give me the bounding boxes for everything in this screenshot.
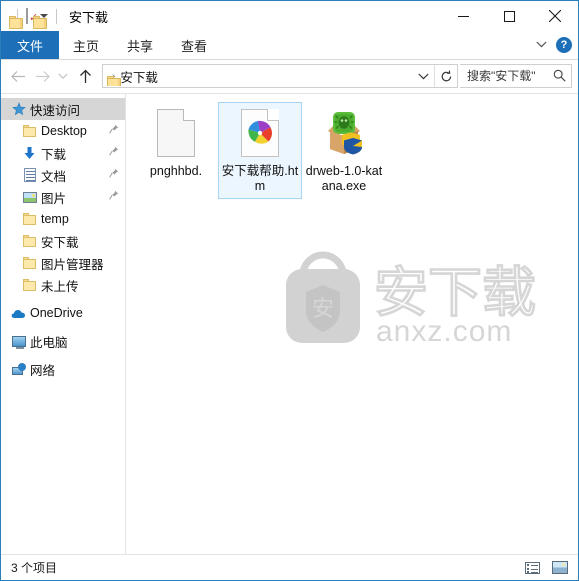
sidebar-item-network[interactable]: 网络: [1, 358, 125, 380]
tab-view[interactable]: 查看: [167, 31, 221, 59]
recent-locations-button[interactable]: [55, 64, 71, 88]
tab-home[interactable]: 主页: [59, 31, 113, 59]
sidebar-item-desktop[interactable]: Desktop: [1, 120, 125, 142]
sidebar-item-label: 此电脑: [30, 335, 68, 350]
details-view-button[interactable]: [522, 559, 542, 577]
network-icon: [10, 363, 27, 375]
documents-icon: [21, 168, 38, 182]
folder-icon: [21, 279, 38, 291]
tab-file[interactable]: 文件: [1, 31, 60, 59]
folder-icon: [21, 235, 38, 247]
sidebar-item-anxiazai[interactable]: 安下载: [1, 230, 125, 252]
svg-text:anxz.com: anxz.com: [376, 315, 512, 348]
sidebar-item-pictures[interactable]: 图片: [1, 186, 125, 208]
maximize-button[interactable]: [486, 1, 532, 31]
ribbon-right-controls: ?: [536, 31, 572, 59]
sidebar-item-label: 文档: [41, 169, 67, 184]
this-pc-icon: [10, 335, 27, 349]
qat-divider-2: [56, 8, 57, 24]
download-arrow-icon: [21, 146, 38, 160]
file-item-pnghhbd[interactable]: pnghhbd.: [134, 102, 218, 199]
explorer-body: 快速访问 Desktop 下载 文档 图片 temp 安下载 图片管理器 未上传…: [1, 93, 578, 554]
cloud-icon: [10, 308, 27, 319]
sidebar-item-label: 未上传: [41, 279, 79, 294]
window-title: 安下载: [69, 9, 109, 25]
pin-icon[interactable]: [109, 168, 119, 181]
watermark-logo: 安 安下载 anxz.com: [278, 239, 538, 349]
sidebar-item-quick-access[interactable]: 快速访问: [1, 98, 125, 120]
back-button[interactable]: [7, 64, 29, 88]
search-icon[interactable]: [553, 69, 566, 84]
sidebar-item-label: 快速访问: [30, 103, 81, 118]
up-button[interactable]: [73, 64, 97, 88]
sidebar-item-label: temp: [41, 212, 69, 226]
breadcrumb[interactable]: › 安下载: [103, 67, 412, 86]
sidebar-item-label: 安下载: [41, 235, 79, 250]
folder-icon: [21, 125, 38, 137]
minimize-button[interactable]: [440, 1, 486, 31]
tab-share[interactable]: 共享: [113, 31, 167, 59]
star-icon: [10, 102, 27, 116]
pin-icon[interactable]: [109, 124, 119, 137]
file-item-drweb-katana-exe[interactable]: drweb-1.0-katana.exe: [302, 102, 386, 199]
navigation-bar: › 安下载: [1, 60, 578, 93]
sidebar-item-documents[interactable]: 文档: [1, 164, 125, 186]
file-item-anxiazai-help-htm[interactable]: 安下载帮助.htm: [218, 102, 302, 199]
title-bar: ✓ 安下载: [1, 1, 578, 31]
sidebar-item-onedrive[interactable]: OneDrive: [1, 302, 125, 324]
sidebar-item-label: Desktop: [41, 124, 87, 138]
item-count-label: 3 个项目: [11, 561, 58, 575]
chevron-down-icon[interactable]: [536, 40, 547, 51]
navigation-pane: 快速访问 Desktop 下载 文档 图片 temp 安下载 图片管理器 未上传…: [1, 94, 126, 554]
help-icon[interactable]: ?: [556, 37, 572, 53]
html-document-icon: [234, 107, 286, 159]
folder-icon: [21, 257, 38, 269]
sidebar-item-label: 图片: [41, 191, 67, 206]
address-dropdown-icon[interactable]: [412, 65, 434, 87]
ribbon-tab-bar: 文件 主页 共享 查看 ?: [1, 31, 578, 60]
file-name-label: pnghhbd.: [149, 164, 203, 178]
file-list-pane[interactable]: 安 安下载 anxz.com pnghhbd. 安下载帮助.htm drweb-…: [126, 94, 578, 554]
file-name-label: 安下载帮助.htm: [221, 164, 299, 193]
breadcrumb-current-folder[interactable]: 安下载: [120, 67, 158, 86]
sidebar-item-label: 图片管理器: [41, 257, 104, 272]
sidebar-item-downloads[interactable]: 下载: [1, 142, 125, 164]
search-box[interactable]: [460, 64, 572, 88]
address-bar[interactable]: › 安下载: [102, 64, 458, 88]
blank-document-icon: [150, 107, 202, 159]
svg-text:安: 安: [312, 297, 334, 322]
refresh-icon[interactable]: [435, 65, 457, 87]
large-icons-view-button[interactable]: [550, 559, 570, 577]
pin-icon[interactable]: [109, 190, 119, 203]
status-bar: 3 个项目: [1, 554, 578, 580]
close-button[interactable]: [532, 1, 578, 31]
window-controls: [440, 1, 578, 31]
folder-icon: [21, 213, 38, 225]
view-mode-buttons: [522, 559, 570, 577]
sidebar-item-not-uploaded[interactable]: 未上传: [1, 274, 125, 296]
file-name-label: drweb-1.0-katana.exe: [305, 164, 383, 193]
svg-text:安下载: 安下载: [374, 261, 536, 324]
search-input[interactable]: [467, 69, 553, 83]
explorer-window: ✓ 安下载 文件 主页 共享 查看: [0, 0, 579, 581]
pictures-icon: [21, 191, 38, 203]
sidebar-item-label: 网络: [30, 363, 56, 378]
sidebar-item-temp[interactable]: temp: [1, 208, 125, 230]
drweb-katana-icon: [318, 107, 370, 159]
pin-icon[interactable]: [109, 146, 119, 159]
file-grid: pnghhbd. 安下载帮助.htm drweb-1.0-katana.exe: [126, 94, 578, 199]
sidebar-item-label: OneDrive: [30, 306, 83, 320]
sidebar-item-this-pc[interactable]: 此电脑: [1, 330, 125, 352]
quick-access-toolbar: ✓ 安下载: [1, 7, 109, 29]
sidebar-item-picture-manager[interactable]: 图片管理器: [1, 252, 125, 274]
forward-button[interactable]: [31, 64, 53, 88]
sidebar-item-label: 下载: [41, 147, 67, 162]
